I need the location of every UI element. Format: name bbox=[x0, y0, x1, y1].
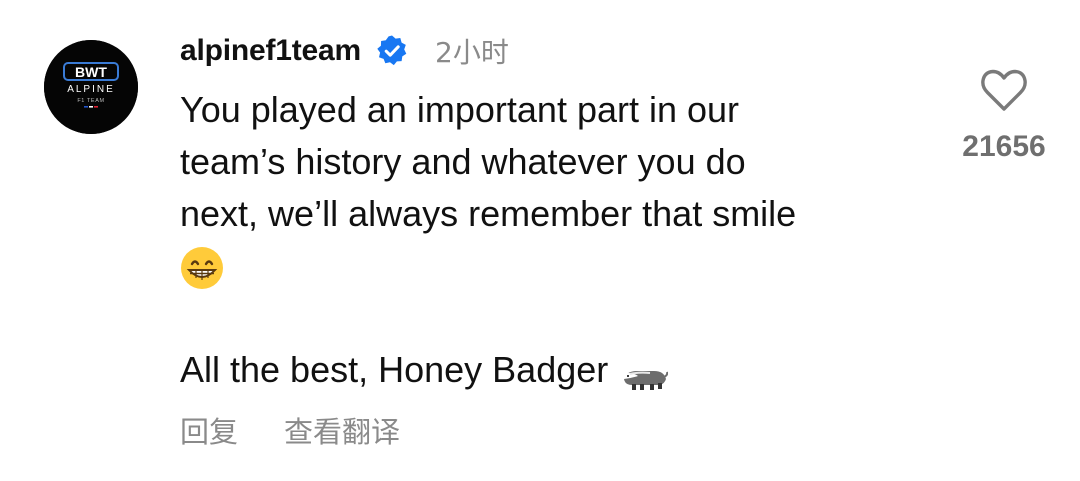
comment-body: You played an important part in our team… bbox=[180, 84, 940, 240]
avatar-brand-top: BWT bbox=[75, 64, 107, 80]
like-area: 21656 bbox=[950, 68, 1058, 168]
avatar-brand-bottom: F1 TEAM bbox=[77, 98, 104, 104]
grinning-face-icon bbox=[180, 246, 224, 290]
like-count: 21656 bbox=[962, 130, 1046, 163]
comment-line-2: team’s history and whatever you do bbox=[180, 141, 746, 182]
view-translation-button[interactable]: 查看翻译 bbox=[284, 409, 400, 451]
alpine-logo-icon: BWT ALPINE F1 TEAM bbox=[44, 40, 138, 134]
comment-actions: 回复 查看翻译 bbox=[180, 408, 400, 452]
comment-closing: All the best, Honey Badger bbox=[180, 344, 669, 396]
avatar[interactable]: BWT ALPINE F1 TEAM bbox=[44, 40, 138, 134]
comment-header: alpinef1team 2小时 bbox=[180, 30, 509, 72]
username[interactable]: alpinef1team bbox=[180, 34, 361, 68]
closing-text: All the best, Honey Badger bbox=[180, 349, 609, 390]
heart-outline-icon[interactable] bbox=[980, 68, 1028, 112]
reply-button[interactable]: 回复 bbox=[180, 409, 238, 451]
verified-check-icon bbox=[375, 34, 409, 68]
comment-line-1: You played an important part in our bbox=[180, 89, 740, 130]
badger-icon bbox=[620, 355, 669, 390]
comment-item: BWT ALPINE F1 TEAM alpinef1team 2小时 You … bbox=[0, 0, 1080, 481]
timestamp: 2小时 bbox=[435, 36, 509, 69]
avatar-brand-mid: ALPINE bbox=[67, 84, 115, 95]
comment-line-3: next, we’ll always remember that smile bbox=[180, 193, 797, 234]
